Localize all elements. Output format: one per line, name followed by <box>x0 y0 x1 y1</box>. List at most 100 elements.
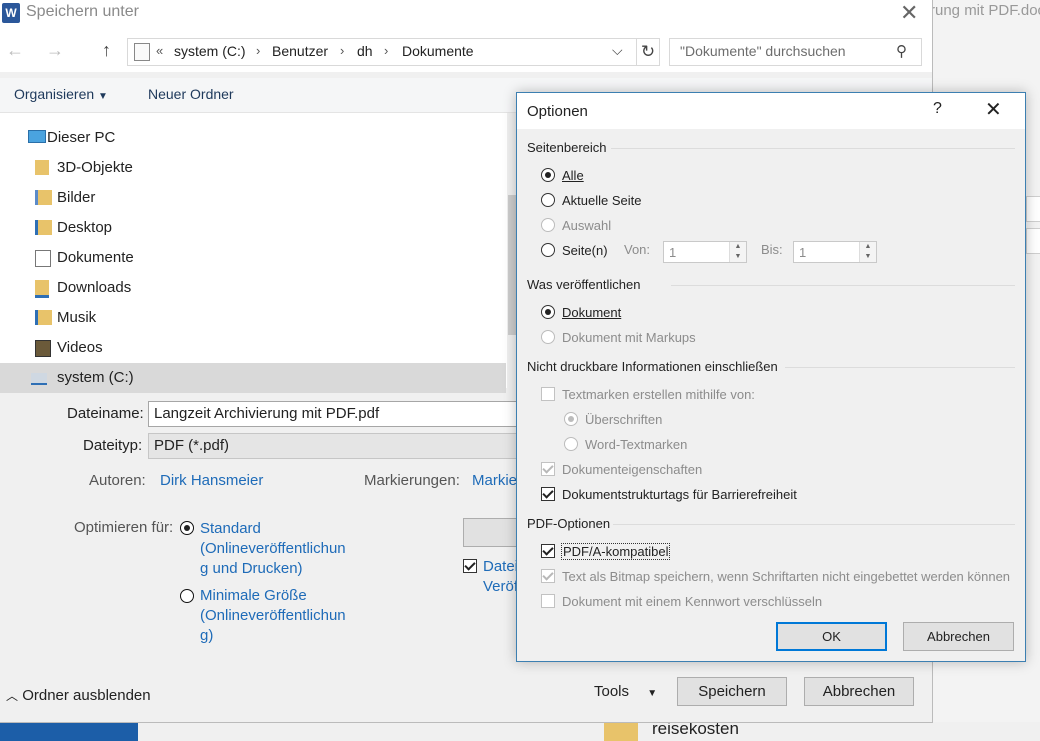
dialog-title: Speichern unter <box>26 3 139 20</box>
hide-folders-toggle[interactable]: ︿ Ordner ausblenden <box>6 687 151 704</box>
tree-item-this-pc[interactable]: Dieser PC <box>0 123 506 153</box>
to-page-spinner[interactable]: 1 ▲ ▼ <box>793 241 877 263</box>
spin-down-icon[interactable]: ▼ <box>729 252 746 262</box>
range-selection-label: Auswahl <box>562 218 612 233</box>
ok-button[interactable]: OK <box>776 622 887 651</box>
range-all-radio[interactable] <box>541 168 555 182</box>
group-divider <box>613 524 1015 525</box>
encrypt-label: Dokument mit einem Kennwort verschlüssel… <box>562 594 823 609</box>
options-button[interactable] <box>463 518 523 547</box>
page-range-heading: Seitenbereich <box>527 140 607 155</box>
bookmarks-word-radio <box>564 437 578 451</box>
breadcrumb-separator-icon[interactable]: › <box>256 43 260 58</box>
breadcrumb-segment[interactable]: Benutzer <box>272 43 328 59</box>
tools-menu[interactable]: Tools ▼ <box>594 683 657 700</box>
checkmark-icon <box>542 487 554 499</box>
background-window-title: rung mit PDF.doc <box>930 2 1040 19</box>
forward-arrow-icon[interactable]: → <box>46 40 64 61</box>
downloads-folder-icon <box>35 280 49 298</box>
doc-properties-checkbox <box>541 462 555 476</box>
authors-value[interactable]: Dirk Hansmeier <box>160 472 263 489</box>
search-icon[interactable]: ⚲ <box>896 42 907 60</box>
breadcrumb-separator-icon[interactable]: › <box>384 43 388 58</box>
breadcrumb-segment[interactable]: system (C:) <box>174 43 246 59</box>
from-page-spinner[interactable]: 1 ▲ ▼ <box>663 241 747 263</box>
close-icon[interactable]: ✕ <box>985 97 1002 122</box>
structure-tags-checkbox[interactable] <box>541 487 555 501</box>
group-divider <box>671 285 1015 286</box>
options-dialog: Optionen ? ✕ Seitenbereich Alle Aktuelle… <box>516 92 1026 662</box>
nonprint-heading: Nicht druckbare Informationen einschließ… <box>527 359 778 374</box>
tools-label: Tools <box>594 683 630 700</box>
tree-item-pictures[interactable]: Bilder <box>0 183 506 213</box>
chevron-down-icon: ▼ <box>98 91 108 102</box>
spin-up-icon[interactable]: ▲ <box>729 242 746 252</box>
range-pages-radio[interactable] <box>541 243 555 257</box>
optimize-minimal-line: (Onlineveröffentlichun <box>200 607 346 624</box>
address-bar[interactable]: « system (C:) › Benutzer › dh › Dokument… <box>127 38 659 66</box>
new-folder-button[interactable]: Neuer Ordner <box>148 86 234 102</box>
filetype-select[interactable]: PDF (*.pdf) <box>148 433 520 459</box>
filename-value: Langzeit Archivierung mit PDF.pdf <box>154 405 380 422</box>
pictures-folder-icon <box>35 190 52 205</box>
tree-item-downloads[interactable]: Downloads <box>0 273 506 303</box>
range-all-label[interactable]: Alle <box>562 168 584 183</box>
options-cancel-button[interactable]: Abbrechen <box>903 622 1014 651</box>
authors-label: Autoren: <box>89 472 146 489</box>
publish-document-radio[interactable] <box>541 305 555 319</box>
pdfa-label[interactable]: PDF/A-kompatibel <box>561 543 671 560</box>
up-arrow-icon[interactable]: ↑ <box>102 40 111 61</box>
range-current-label[interactable]: Aktuelle Seite <box>562 193 642 208</box>
close-icon[interactable]: ✕ <box>900 0 918 26</box>
filename-input[interactable]: Langzeit Archivierung mit PDF.pdf <box>148 401 520 427</box>
structure-tags-label[interactable]: Dokumentstrukturtags für Barrierefreihei… <box>562 487 797 502</box>
tree-item-videos[interactable]: Videos <box>0 333 506 363</box>
search-placeholder: "Dokumente" durchsuchen <box>680 43 846 59</box>
refresh-icon[interactable]: ↻ <box>636 38 660 66</box>
range-pages-label[interactable]: Seite(n) <box>562 243 608 258</box>
help-icon[interactable]: ? <box>933 100 942 118</box>
navigation-tree: Dieser PC 3D-Objekte Bilder Desktop Doku… <box>0 113 520 393</box>
optimize-minimal-label[interactable]: Minimale Größe (Onlineveröffentlichun g) <box>200 586 346 646</box>
overflow-chevron-icon[interactable]: « <box>156 43 163 58</box>
tree-item-label: Dieser PC <box>47 129 116 146</box>
documents-folder-icon <box>35 250 51 267</box>
tree-item-documents[interactable]: Dokumente <box>0 243 506 273</box>
open-after-publish-checkbox[interactable] <box>463 559 477 573</box>
group-divider <box>611 148 1015 149</box>
desktop-folder-icon <box>35 220 52 235</box>
filename-label: Dateiname: <box>67 405 144 422</box>
chevron-down-icon[interactable]: ⌵ <box>612 42 623 59</box>
folder-icon <box>35 160 49 175</box>
back-arrow-icon[interactable]: ← <box>6 40 24 61</box>
range-current-radio[interactable] <box>541 193 555 207</box>
cancel-button[interactable]: Abbrechen <box>804 677 914 706</box>
tree-item-3d-objects[interactable]: 3D-Objekte <box>0 153 506 183</box>
breadcrumb-segment[interactable]: Dokumente <box>402 43 474 59</box>
options-title: Optionen <box>527 103 588 120</box>
tree-item-desktop[interactable]: Desktop <box>0 213 506 243</box>
save-button[interactable]: Speichern <box>677 677 787 706</box>
tags-value[interactable]: Markie <box>472 472 517 489</box>
drive-icon <box>31 373 47 385</box>
tree-item-label: 3D-Objekte <box>57 159 133 176</box>
open-after-publish-label[interactable]: Datei Veröf <box>483 557 518 597</box>
optimize-standard-line: Standard <box>200 520 261 537</box>
breadcrumb-segment[interactable]: dh <box>357 43 373 59</box>
pdfa-checkbox[interactable] <box>541 544 555 558</box>
spin-up-icon[interactable]: ▲ <box>859 242 876 252</box>
organize-button[interactable]: Organisieren ▼ <box>14 86 108 102</box>
bookmarks-label: Textmarken erstellen mithilfe von: <box>562 387 755 402</box>
publish-document-label[interactable]: Dokument <box>562 305 621 320</box>
tree-item-music[interactable]: Musik <box>0 303 506 333</box>
tree-item-system-drive[interactable]: system (C:) <box>0 363 506 393</box>
optimize-standard-radio[interactable] <box>180 521 194 535</box>
search-input[interactable]: "Dokumente" durchsuchen ⚲ <box>669 38 922 66</box>
title-bar <box>0 0 932 32</box>
background-blue-panel <box>0 722 138 741</box>
optimize-standard-label[interactable]: Standard (Onlineveröffentlichun g und Dr… <box>200 519 346 579</box>
doc-properties-label: Dokumenteigenschaften <box>562 462 703 477</box>
breadcrumb-separator-icon[interactable]: › <box>340 43 344 58</box>
spin-down-icon[interactable]: ▼ <box>859 252 876 262</box>
optimize-minimal-radio[interactable] <box>180 589 194 603</box>
